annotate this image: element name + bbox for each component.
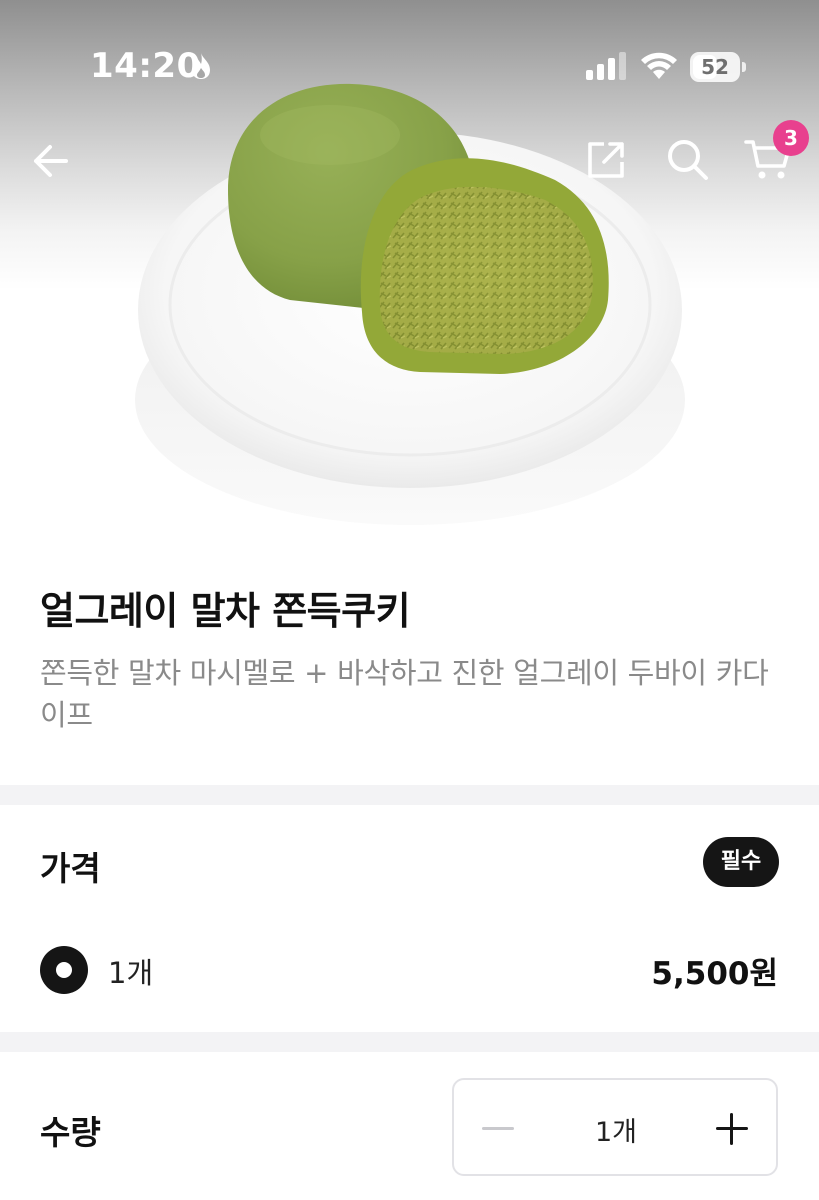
minus-icon[interactable] [478, 1108, 518, 1148]
price-section-title: 가격 [40, 849, 101, 888]
signal-icon [586, 52, 626, 80]
battery-icon: 52 [690, 52, 746, 82]
option-label: 1개 [108, 956, 154, 990]
product-description: 쫀득한 말차 마시멜로 + 바삭하고 진한 얼그레이 두바이 카다이프 [40, 656, 769, 732]
plus-icon[interactable] [712, 1108, 752, 1148]
status-bar: 14:20 52 [0, 0, 819, 130]
wifi-icon [641, 52, 677, 79]
product-title: 얼그레이 말차 쫀득쿠키 [40, 589, 411, 633]
option-price: 5,500원 [651, 956, 778, 992]
quantity-stepper: 1개 [452, 1078, 778, 1176]
status-time: 14:20 [90, 46, 201, 86]
product-image: 14:20 52 3 [0, 0, 819, 533]
cart-count-badge: 3 [773, 120, 809, 156]
price-option-row[interactable]: 1개 5,500원 [40, 942, 780, 998]
quantity-value: 1개 [594, 1117, 638, 1148]
radio-button-selected[interactable] [40, 946, 88, 994]
flame-icon [192, 53, 210, 79]
section-divider [0, 1032, 819, 1052]
back-arrow-icon[interactable] [28, 138, 74, 184]
required-badge: 필수 [703, 837, 779, 887]
quantity-section-title: 수량 [40, 1113, 101, 1152]
section-divider [0, 785, 819, 805]
share-icon[interactable] [584, 138, 628, 182]
battery-level: 52 [701, 55, 729, 79]
search-icon[interactable] [664, 136, 710, 182]
